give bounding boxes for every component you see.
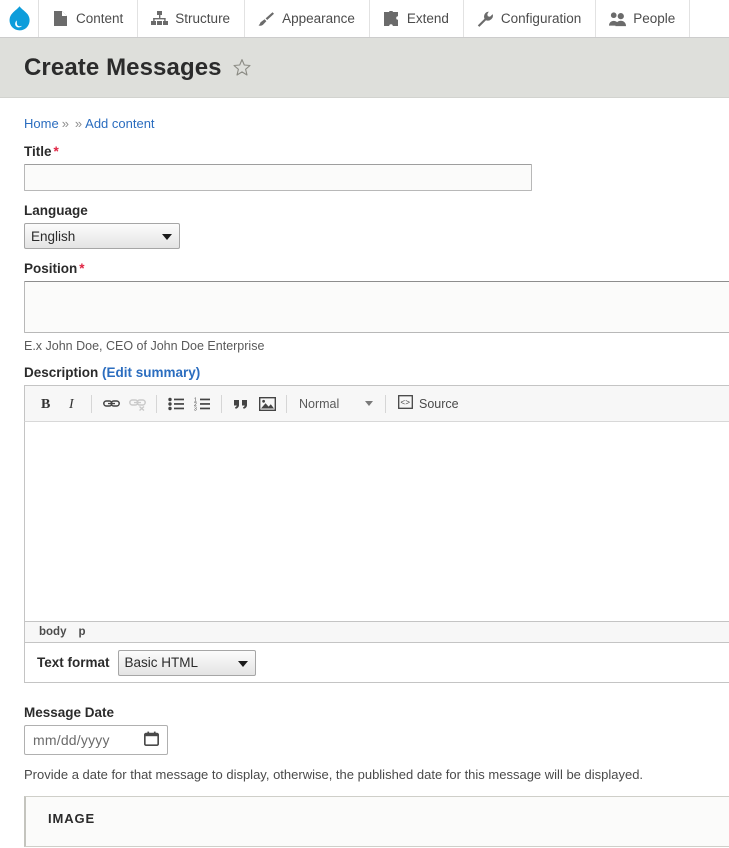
message-date-input[interactable]: mm/dd/yyyy xyxy=(24,725,168,755)
toolbar-item-label: Structure xyxy=(175,11,231,26)
sitemap-icon xyxy=(151,10,169,27)
description-label-text: Description xyxy=(24,365,99,380)
star-outline-icon[interactable] xyxy=(232,58,252,78)
elements-path-item-p[interactable]: p xyxy=(78,626,85,638)
calendar-icon[interactable] xyxy=(143,731,160,750)
toolbar-item-label: Content xyxy=(76,11,124,26)
source-button[interactable]: <> Source xyxy=(392,392,465,416)
puzzle-piece-icon xyxy=(383,10,400,27)
message-date-label: Message Date xyxy=(24,705,115,720)
language-select-wrap: English xyxy=(24,223,180,249)
edit-summary-link[interactable]: (Edit summary) xyxy=(102,365,200,380)
admin-toolbar: Content Structure Appearance Extend Conf… xyxy=(0,0,729,38)
italic-icon[interactable]: I xyxy=(59,392,85,416)
text-format-select-wrap: Basic HTML xyxy=(117,649,256,676)
people-icon xyxy=(609,10,627,27)
ckeditor: B I 1 2 3 Normal <> Source body p Text f… xyxy=(24,385,729,683)
drupal-drop-logo[interactable] xyxy=(0,0,39,37)
image-fieldset-legend: IMAGE xyxy=(48,811,96,826)
message-date-placeholder: mm/dd/yyyy xyxy=(33,732,110,748)
numbered-list-icon[interactable]: 1 2 3 xyxy=(189,392,215,416)
text-format-label: Text format xyxy=(37,655,110,670)
paintbrush-icon xyxy=(258,10,275,27)
toolbar-item-structure[interactable]: Structure xyxy=(138,0,246,37)
page-title: Create Messages xyxy=(24,53,222,81)
source-button-label: Source xyxy=(419,396,459,411)
description-label: Description (Edit summary) xyxy=(24,365,729,380)
bulleted-list-icon[interactable] xyxy=(163,392,189,416)
wrench-icon xyxy=(477,10,494,27)
language-select[interactable]: English xyxy=(24,223,180,249)
toolbar-item-people[interactable]: People xyxy=(596,0,691,37)
breadcrumb: Home»» Add content xyxy=(24,98,729,144)
toolbar-divider xyxy=(91,394,92,413)
svg-text:3: 3 xyxy=(194,406,197,411)
title-label-text: Title xyxy=(24,144,52,159)
breadcrumb-item-add-content[interactable]: Add content xyxy=(85,116,154,131)
toolbar-item-label: Extend xyxy=(406,11,449,26)
toolbar-divider xyxy=(286,394,287,413)
unlink-icon xyxy=(124,392,150,416)
page-icon xyxy=(52,10,69,27)
source-code-icon: <> xyxy=(398,395,413,412)
image-icon[interactable] xyxy=(254,392,280,416)
language-field-group: Language English xyxy=(24,203,729,249)
required-marker: * xyxy=(53,144,59,159)
link-icon[interactable] xyxy=(98,392,124,416)
toolbar-divider xyxy=(385,394,386,413)
message-date-field-group: Message Date mm/dd/yyyy Provide a date f… xyxy=(24,705,729,782)
main-content: Home»» Add content Title * Language Englis… xyxy=(0,98,729,847)
title-input[interactable] xyxy=(24,164,532,191)
toolbar-item-content[interactable]: Content xyxy=(39,0,139,37)
toolbar-item-configuration[interactable]: Configuration xyxy=(463,0,597,37)
title-field-group: Title * xyxy=(24,144,729,191)
breadcrumb-separator: » xyxy=(74,116,83,131)
position-label-text: Position xyxy=(24,261,78,276)
position-label: Position * xyxy=(24,261,729,276)
description-field-group: Description (Edit summary) B I 1 2 3 Nor… xyxy=(24,365,729,683)
required-marker: * xyxy=(79,261,85,276)
toolbar-item-appearance[interactable]: Appearance xyxy=(245,0,370,37)
position-textarea[interactable] xyxy=(24,281,729,333)
chevron-down-icon xyxy=(365,401,373,406)
ckeditor-elements-path: body p xyxy=(24,621,729,643)
ckeditor-content-area[interactable] xyxy=(24,421,729,621)
title-label: Title * xyxy=(24,144,729,159)
language-label: Language xyxy=(24,203,88,218)
text-format-row: Text format Basic HTML xyxy=(24,643,729,683)
toolbar-item-extend[interactable]: Extend xyxy=(369,0,464,37)
blockquote-icon[interactable] xyxy=(228,392,254,416)
bold-icon[interactable]: B xyxy=(33,392,59,416)
paragraph-format-value: Normal xyxy=(299,396,340,411)
elements-path-item-body[interactable]: body xyxy=(39,626,66,638)
ckeditor-toolbar: B I 1 2 3 Normal <> Source xyxy=(24,385,729,421)
svg-text:I: I xyxy=(68,397,75,411)
position-field-group: Position * E.x John Doe, CEO of John Doe … xyxy=(24,261,729,353)
breadcrumb-item-home[interactable]: Home xyxy=(24,116,59,131)
text-format-select[interactable]: Basic HTML xyxy=(117,649,256,676)
svg-text:<>: <> xyxy=(400,399,410,408)
image-fieldset: IMAGE xyxy=(24,796,729,847)
toolbar-divider xyxy=(156,394,157,413)
message-date-help: Provide a date for that message to displ… xyxy=(24,767,644,782)
toolbar-divider xyxy=(221,394,222,413)
breadcrumb-separator: » xyxy=(61,116,69,131)
toolbar-item-label: Appearance xyxy=(282,11,355,26)
svg-text:B: B xyxy=(41,397,50,411)
position-description: E.x John Doe, CEO of John Doe Enterprise xyxy=(24,339,265,353)
page-title-band: Create Messages xyxy=(0,38,729,98)
toolbar-item-label: Configuration xyxy=(500,11,582,26)
paragraph-format-dropdown[interactable]: Normal xyxy=(293,392,379,416)
toolbar-item-label: People xyxy=(633,11,676,26)
